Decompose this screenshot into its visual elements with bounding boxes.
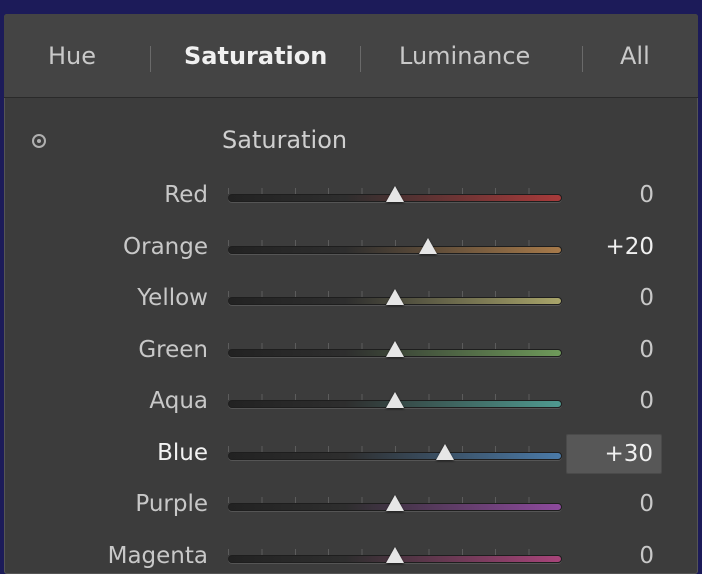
slider-row-red: Red 0: [4, 176, 698, 222]
slider-value-field-purple[interactable]: 0: [566, 485, 662, 525]
slider-value-blue: +30: [604, 441, 653, 467]
slider-ticks: [228, 240, 562, 246]
slider-thumb-green[interactable]: [386, 341, 404, 357]
slider-thumb-red[interactable]: [386, 186, 404, 202]
slider-thumb-aqua[interactable]: [386, 392, 404, 408]
slider-value-magenta: 0: [639, 543, 654, 569]
tab-separator: [150, 46, 151, 72]
tab-saturation[interactable]: Saturation: [184, 42, 327, 70]
slider-value-yellow: 0: [639, 285, 654, 311]
hsl-tab-bar: Hue Saturation Luminance All: [4, 14, 698, 98]
slider-value-field-aqua[interactable]: 0: [566, 382, 662, 422]
slider-value-green: 0: [639, 337, 654, 363]
tab-luminance[interactable]: Luminance: [399, 42, 530, 70]
slider-label-green: Green: [138, 337, 208, 363]
target-adjustment-icon[interactable]: [32, 134, 46, 148]
slider-thumb-magenta[interactable]: [386, 547, 404, 563]
slider-row-orange: Orange +20: [4, 228, 698, 274]
slider-row-aqua: Aqua 0: [4, 382, 698, 428]
slider-thumb-purple[interactable]: [386, 495, 404, 511]
slider-label-yellow: Yellow: [137, 285, 208, 311]
slider-value-field-yellow[interactable]: 0: [566, 279, 662, 319]
slider-label-purple: Purple: [135, 491, 208, 517]
slider-value-field-blue[interactable]: +30: [566, 434, 662, 474]
tab-separator: [582, 46, 583, 72]
slider-track-orange[interactable]: [228, 246, 562, 254]
slider-value-orange: +20: [605, 234, 654, 260]
slider-label-orange: Orange: [123, 234, 208, 260]
slider-row-blue: Blue +30: [4, 434, 698, 480]
slider-ticks: [228, 446, 562, 452]
slider-value-field-orange[interactable]: +20: [566, 228, 662, 268]
slider-row-purple: Purple 0: [4, 485, 698, 531]
slider-label-red: Red: [164, 182, 208, 208]
slider-label-aqua: Aqua: [149, 388, 208, 414]
slider-row-magenta: Magenta 0: [4, 537, 698, 574]
slider-row-green: Green 0: [4, 331, 698, 377]
slider-label-magenta: Magenta: [108, 543, 208, 569]
slider-thumb-yellow[interactable]: [386, 289, 404, 305]
tab-hue[interactable]: Hue: [48, 42, 96, 70]
slider-value-aqua: 0: [639, 388, 654, 414]
slider-label-blue: Blue: [157, 440, 208, 466]
tab-separator: [360, 46, 361, 72]
slider-track-blue[interactable]: [228, 452, 562, 460]
slider-thumb-blue[interactable]: [436, 444, 454, 460]
slider-value-field-red[interactable]: 0: [566, 176, 662, 216]
slider-value-red: 0: [639, 182, 654, 208]
slider-value-field-magenta[interactable]: 0: [566, 537, 662, 574]
hsl-panel: Hue Saturation Luminance All Saturation …: [4, 14, 698, 574]
section-title: Saturation: [222, 126, 347, 154]
slider-thumb-orange[interactable]: [419, 238, 437, 254]
slider-row-yellow: Yellow 0: [4, 279, 698, 325]
slider-value-purple: 0: [639, 491, 654, 517]
slider-value-field-green[interactable]: 0: [566, 331, 662, 371]
tab-all[interactable]: All: [620, 42, 650, 70]
